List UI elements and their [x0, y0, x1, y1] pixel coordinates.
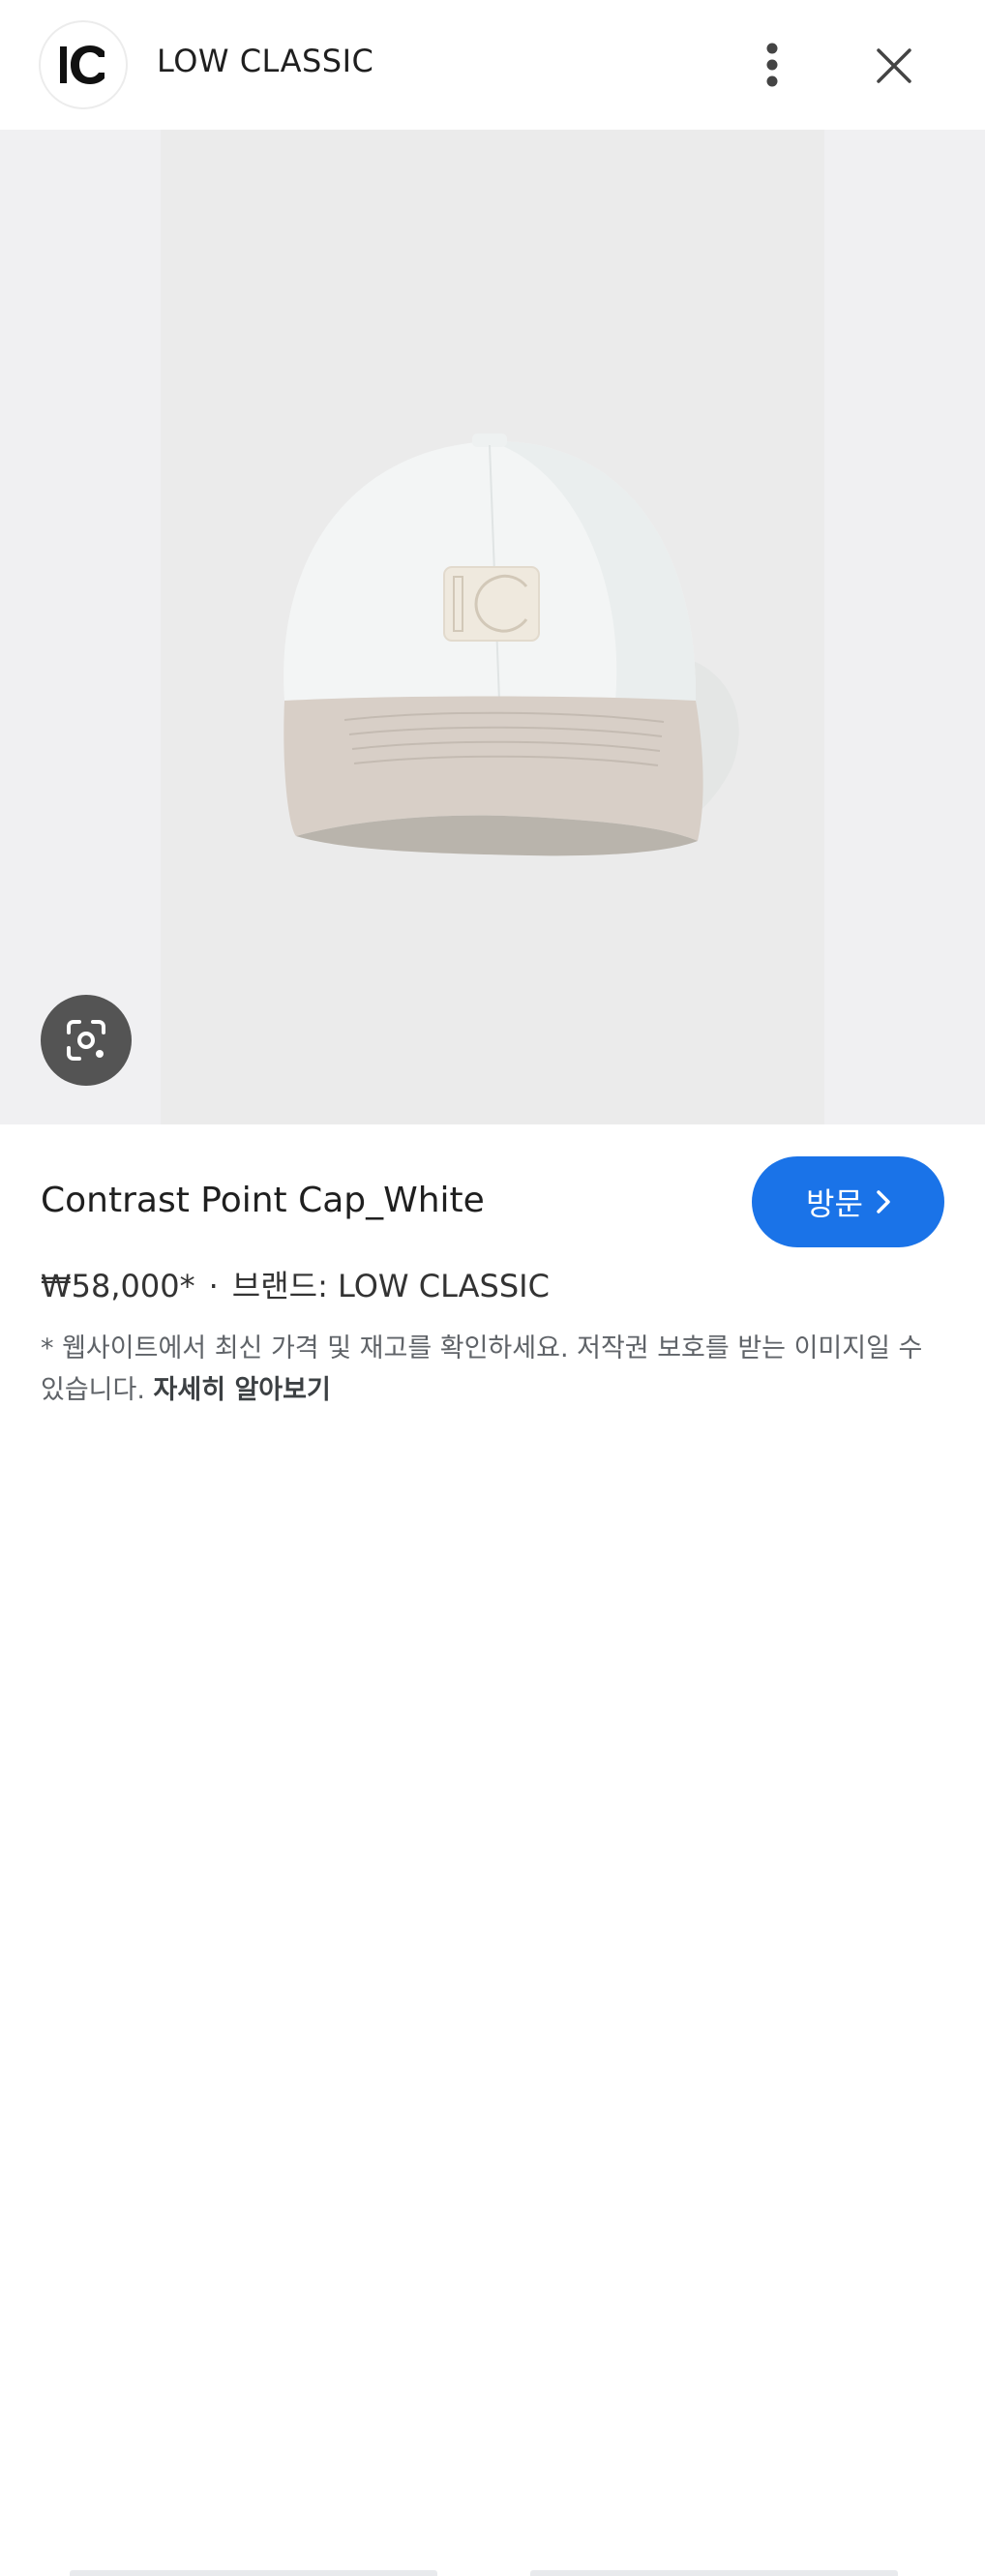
brand-logo[interactable] [41, 22, 126, 107]
lc-logo-icon [60, 45, 104, 84]
learn-more-link[interactable]: 자세히 알아보기 [154, 1375, 331, 1405]
more-vert-icon [766, 43, 778, 87]
cap-image [284, 434, 739, 856]
visit-button[interactable]: 방문 [752, 1156, 944, 1247]
close-icon [877, 48, 911, 83]
brand-label: 브랜드: LOW CLASSIC [231, 1268, 550, 1304]
bottom-card-edge [70, 2570, 437, 2576]
header-bar: LOW CLASSIC [0, 0, 985, 130]
price: ₩58,000* [41, 1268, 195, 1304]
brand-name[interactable]: LOW CLASSIC [157, 43, 373, 79]
image-viewer [0, 130, 985, 1124]
close-button[interactable] [869, 41, 919, 91]
visit-label: 방문 [806, 1185, 863, 1222]
google-lens-icon [67, 1020, 105, 1061]
separator: · [208, 1268, 219, 1304]
product-info: Contrast Point Cap_White 방문 ₩58,000* · 브랜드… [0, 1124, 985, 2576]
price-line: ₩58,000* · 브랜드: LOW CLASSIC [41, 1262, 550, 1306]
product-title[interactable]: Contrast Point Cap_White [41, 1181, 485, 1220]
product-image[interactable] [161, 130, 824, 1124]
lens-search-button[interactable] [41, 995, 132, 1086]
chevron-right-icon [877, 1190, 890, 1213]
bottom-card-edge [530, 2570, 898, 2576]
more-options-button[interactable] [747, 39, 797, 91]
disclaimer: * 웹사이트에서 최신 가격 및 재고를 확인하세요. 저작권 보호를 받는 이… [41, 1328, 940, 1411]
